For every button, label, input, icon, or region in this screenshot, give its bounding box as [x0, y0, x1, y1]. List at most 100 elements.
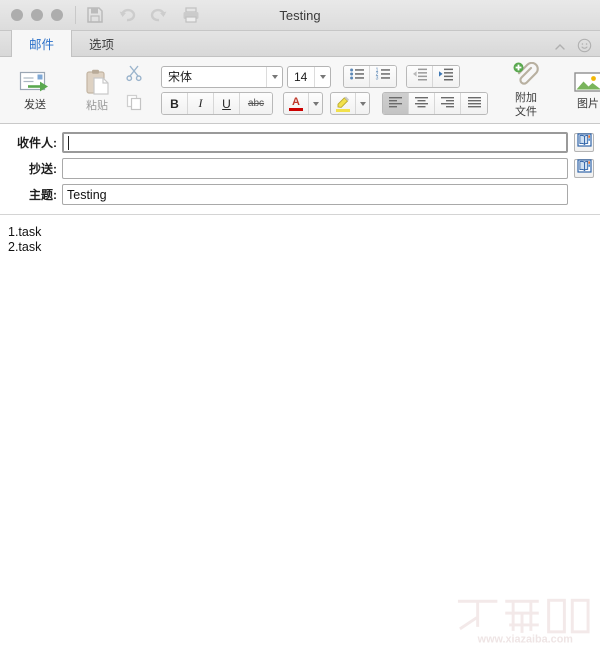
attach-file-button[interactable]: 附加 文件 [502, 60, 550, 120]
strikethrough-button[interactable]: abc [240, 93, 272, 114]
cc-address-book-button[interactable] [574, 159, 594, 178]
print-icon[interactable] [182, 6, 200, 24]
highlight-color-chevron-down-icon[interactable] [355, 93, 369, 114]
font-color-button[interactable]: A [283, 92, 323, 115]
copy-button[interactable] [121, 93, 147, 117]
strikethrough-label: abc [247, 98, 265, 109]
align-center-button[interactable] [409, 93, 435, 114]
align-left-button[interactable] [383, 93, 409, 114]
indent-button[interactable] [433, 66, 459, 87]
cc-field-row: 抄送: [0, 157, 600, 180]
cc-input[interactable] [62, 158, 568, 179]
format-row-top: 宋体 14 1 2 3 [161, 65, 488, 88]
indent-button-group [406, 65, 460, 88]
svg-text:3: 3 [376, 76, 379, 81]
text-style-group: B I U abc [161, 92, 273, 115]
paperclip-plus-icon [511, 62, 541, 90]
title-bar: Testing [0, 0, 600, 31]
send-button[interactable]: 发送 [11, 60, 59, 120]
font-size-value: 14 [294, 69, 308, 84]
attach-file-label-1: 附加 [515, 92, 537, 104]
message-body-editor[interactable]: 1.task 2.task [0, 215, 600, 265]
ribbon-tab-strip: 邮件 选项 [0, 30, 600, 57]
numbered-list-button[interactable]: 1 2 3 [370, 66, 396, 87]
font-size-chevron-down-icon[interactable] [314, 66, 330, 87]
address-book-icon [576, 133, 592, 152]
underline-label: U [222, 96, 231, 111]
insert-picture-label: 图片 [577, 98, 599, 110]
save-icon[interactable] [86, 6, 104, 24]
body-line: 2.task [8, 240, 42, 254]
body-line: 1.task [8, 225, 42, 239]
to-field-label: 收件人: [17, 136, 57, 150]
ribbon-group-insert: 图片 [557, 57, 600, 123]
alignment-group [382, 92, 488, 115]
watermark-url: www.xiazaiba.com [477, 634, 573, 646]
to-field-row: 收件人: [0, 131, 600, 154]
undo-icon[interactable] [118, 6, 136, 24]
send-button-label: 发送 [24, 99, 46, 111]
site-watermark: www.xiazaiba.com [454, 595, 592, 647]
minimize-button[interactable] [31, 9, 43, 21]
paste-button-label: 粘贴 [86, 100, 108, 112]
ribbon-group-format: 宋体 14 1 2 3 B I U abc A [154, 57, 495, 123]
maximize-button[interactable] [51, 9, 63, 21]
bold-button[interactable]: B [162, 93, 188, 114]
subject-field-label: 主题: [29, 188, 57, 202]
tab-mail-label: 邮件 [29, 38, 55, 52]
insert-picture-button[interactable]: 图片 [564, 60, 600, 120]
toolbar-divider [75, 6, 76, 24]
align-right-icon [440, 95, 455, 113]
cc-field-label: 抄送: [29, 162, 57, 176]
font-size-combo[interactable]: 14 [287, 65, 331, 88]
subject-field-row: 主题: Testing [0, 183, 600, 206]
scissors-icon [125, 64, 143, 87]
align-right-button[interactable] [435, 93, 461, 114]
italic-button[interactable]: I [188, 93, 214, 114]
attach-file-label-2: 文件 [515, 106, 537, 118]
ribbon-toolbar: 发送 粘贴 宋体 14 1 2 3 B I U abc A 附加 文件 图片 [0, 57, 600, 124]
ribbon-group-clipboard: 粘贴 [66, 57, 154, 123]
indent-icon [438, 67, 454, 86]
outdent-icon [412, 67, 428, 86]
font-family-chevron-down-icon[interactable] [266, 66, 282, 87]
tab-options[interactable]: 选项 [72, 30, 131, 56]
font-color-icon: A [284, 93, 308, 114]
window-controls [0, 9, 63, 21]
text-caret [68, 135, 69, 150]
align-justify-button[interactable] [461, 93, 487, 114]
to-address-book-button[interactable] [574, 133, 594, 152]
ribbon-group-send: 发送 [4, 57, 66, 123]
highlight-color-button[interactable] [330, 92, 370, 115]
font-family-value: 宋体 [168, 70, 193, 84]
tab-mail[interactable]: 邮件 [11, 30, 73, 57]
format-controls: 宋体 14 1 2 3 B I U abc A [161, 65, 488, 115]
outdent-button[interactable] [407, 66, 433, 87]
mail-compose-window: Testing 邮件 选项 发送 粘贴 宋体 14 1 2 3 B I U ab… [0, 0, 600, 653]
underline-button[interactable]: U [214, 93, 240, 114]
chevron-up-icon[interactable] [554, 40, 566, 52]
font-family-combo[interactable]: 宋体 [161, 65, 283, 88]
font-color-chevron-down-icon[interactable] [308, 93, 322, 114]
bold-label: B [170, 96, 179, 111]
highlighter-icon [331, 93, 355, 114]
subject-input[interactable]: Testing [62, 184, 568, 205]
format-row-bottom: B I U abc A [161, 92, 488, 115]
close-button[interactable] [11, 9, 23, 21]
address-book-icon [576, 159, 592, 178]
paste-button[interactable]: 粘贴 [73, 60, 121, 120]
numbered-list-icon: 1 2 3 [375, 67, 391, 86]
smiley-icon[interactable] [577, 38, 592, 53]
to-input[interactable] [62, 132, 568, 153]
align-left-icon [388, 95, 403, 113]
send-mail-icon [18, 69, 52, 97]
paste-icon [82, 68, 112, 98]
bullet-list-button[interactable] [344, 66, 370, 87]
picture-icon [573, 70, 600, 96]
ribbon-group-attach: 附加 文件 [495, 57, 557, 123]
bullet-list-icon [349, 67, 365, 86]
cut-button[interactable] [121, 64, 147, 88]
clipboard-small-buttons [121, 57, 147, 123]
tab-strip-controls [554, 38, 592, 53]
redo-icon[interactable] [150, 6, 168, 24]
